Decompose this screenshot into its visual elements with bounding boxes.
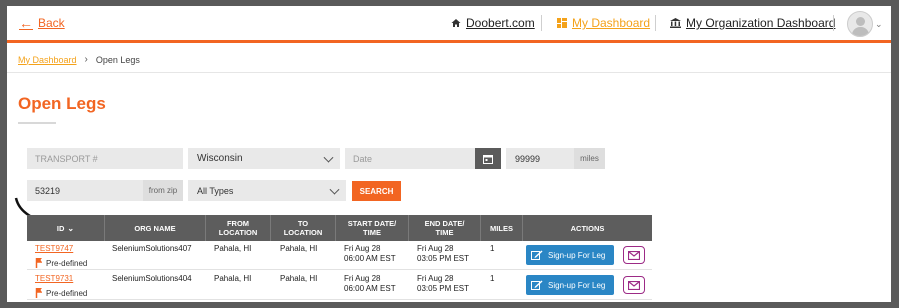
start-date: Fri Aug 28 bbox=[344, 274, 381, 283]
divider bbox=[7, 72, 891, 73]
column-header-miles: MILES bbox=[481, 215, 523, 241]
route-icon bbox=[35, 288, 42, 298]
leg-id-link[interactable]: TEST9731 bbox=[35, 274, 73, 284]
column-header-to: TO LOCATION bbox=[271, 215, 336, 241]
column-header-start: START DATE/ TIME bbox=[336, 215, 409, 241]
transport-input[interactable]: TRANSPORT # bbox=[27, 148, 183, 169]
nav-divider bbox=[655, 15, 656, 31]
miles: 1 bbox=[490, 244, 495, 253]
nav-link-my-dashboard[interactable]: My Dashboard bbox=[557, 16, 650, 30]
dashboard-icon bbox=[557, 18, 567, 28]
type-select[interactable]: All Types bbox=[188, 180, 346, 201]
calendar-icon bbox=[483, 154, 493, 164]
sign-up-for-leg-button[interactable]: Sign-up For Leg bbox=[526, 275, 614, 295]
nav-divider bbox=[833, 15, 834, 31]
start-date: Fri Aug 28 bbox=[344, 244, 381, 253]
distance-unit: miles bbox=[574, 148, 605, 169]
breadcrumb: My Dashboard › Open Legs bbox=[18, 54, 140, 65]
column-header-end: END DATE/ TIME bbox=[409, 215, 481, 241]
sign-up-label: Sign-up For Leg bbox=[548, 250, 606, 260]
mail-icon[interactable] bbox=[623, 246, 645, 264]
miles: 1 bbox=[490, 274, 495, 283]
route-icon bbox=[35, 258, 42, 268]
chevron-down-icon: ⌄ bbox=[67, 223, 75, 233]
back-label: Back bbox=[38, 16, 65, 30]
nav-link-org-dashboard[interactable]: My Organization Dashboard bbox=[670, 16, 835, 30]
sign-up-label: Sign-up For Leg bbox=[548, 280, 606, 290]
predefined-label: Pre-defined bbox=[35, 288, 87, 298]
chevron-down-icon bbox=[323, 152, 334, 163]
calendar-button[interactable] bbox=[475, 148, 501, 169]
from-location: Pahala, HI bbox=[214, 244, 252, 253]
table-header: ID ⌄ ORG NAME FROM LOCATION TO LOCATION … bbox=[27, 215, 652, 241]
edit-icon bbox=[531, 250, 543, 260]
page-title: Open Legs bbox=[18, 94, 106, 113]
zip-value: 53219 bbox=[35, 185, 61, 196]
column-header-from: FROM LOCATION bbox=[206, 215, 271, 241]
edit-icon bbox=[531, 280, 543, 290]
start-time: 06:00 AM EST bbox=[344, 284, 396, 293]
nav-divider bbox=[541, 15, 542, 31]
avatar-head bbox=[856, 17, 865, 26]
from-location: Pahala, HI bbox=[214, 274, 252, 283]
table-row: TEST9747 Pre-defined SeleniumSolutions40… bbox=[27, 241, 652, 270]
chevron-down-icon bbox=[329, 184, 340, 195]
distance-value: 99999 bbox=[515, 153, 541, 164]
table-row: TEST9731 Pre-defined SeleniumSolutions40… bbox=[27, 271, 652, 300]
arrow-left-icon: ← bbox=[19, 15, 33, 31]
column-header-id[interactable]: ID ⌄ bbox=[27, 215, 105, 241]
column-header-id-label: ID bbox=[56, 223, 65, 233]
predefined-text: Pre-defined bbox=[46, 288, 88, 298]
org-name: SeleniumSolutions407 bbox=[112, 244, 192, 253]
end-date: Fri Aug 28 bbox=[417, 274, 454, 283]
sign-up-for-leg-button[interactable]: Sign-up For Leg bbox=[526, 245, 614, 265]
avatar-body bbox=[852, 27, 869, 36]
start-time: 06:00 AM EST bbox=[344, 254, 396, 263]
leg-id-link[interactable]: TEST9747 bbox=[35, 244, 73, 254]
end-date: Fri Aug 28 bbox=[417, 244, 454, 253]
state-select[interactable]: Wisconsin bbox=[188, 148, 340, 169]
mail-icon[interactable] bbox=[623, 276, 645, 294]
to-location: Pahala, HI bbox=[280, 274, 318, 283]
predefined-label: Pre-defined bbox=[35, 258, 87, 268]
column-header-actions: ACTIONS bbox=[570, 223, 605, 233]
breadcrumb-my-dashboard[interactable]: My Dashboard bbox=[18, 55, 77, 65]
user-avatar-icon[interactable] bbox=[847, 11, 873, 37]
home-icon bbox=[451, 18, 461, 28]
nav-link-my-dashboard-label: My Dashboard bbox=[572, 16, 651, 30]
column-header-org: ORG NAME bbox=[105, 215, 206, 241]
title-underline bbox=[18, 122, 56, 124]
date-input[interactable]: Date bbox=[345, 148, 475, 169]
end-time: 03:05 PM EST bbox=[417, 284, 470, 293]
back-link[interactable]: ← Back bbox=[19, 15, 65, 31]
nav-link-org-dashboard-label: My Organization Dashboard bbox=[686, 16, 836, 30]
nav-link-doobert[interactable]: Doobert.com bbox=[451, 16, 535, 30]
zip-addon: from zip bbox=[143, 180, 183, 201]
transport-placeholder: TRANSPORT # bbox=[35, 153, 98, 164]
date-placeholder: Date bbox=[353, 153, 373, 164]
chevron-down-icon[interactable]: ⌄ bbox=[875, 19, 883, 30]
predefined-text: Pre-defined bbox=[46, 258, 88, 268]
nav-link-doobert-label: Doobert.com bbox=[466, 16, 535, 30]
state-value: Wisconsin bbox=[197, 153, 243, 164]
search-button[interactable]: SEARCH bbox=[352, 181, 401, 201]
to-location: Pahala, HI bbox=[280, 244, 318, 253]
bank-icon bbox=[670, 18, 681, 28]
distance-input[interactable]: 99999 miles bbox=[506, 148, 605, 169]
breadcrumb-current: Open Legs bbox=[95, 54, 140, 65]
top-nav: ← Back Doobert.com My Dashboard My Organ… bbox=[7, 6, 891, 43]
end-time: 03:05 PM EST bbox=[417, 254, 470, 263]
chevron-right-icon: › bbox=[84, 54, 88, 65]
org-name: SeleniumSolutions404 bbox=[112, 274, 192, 283]
type-value: All Types bbox=[197, 185, 234, 196]
app-frame: ← Back Doobert.com My Dashboard My Organ… bbox=[7, 6, 891, 302]
